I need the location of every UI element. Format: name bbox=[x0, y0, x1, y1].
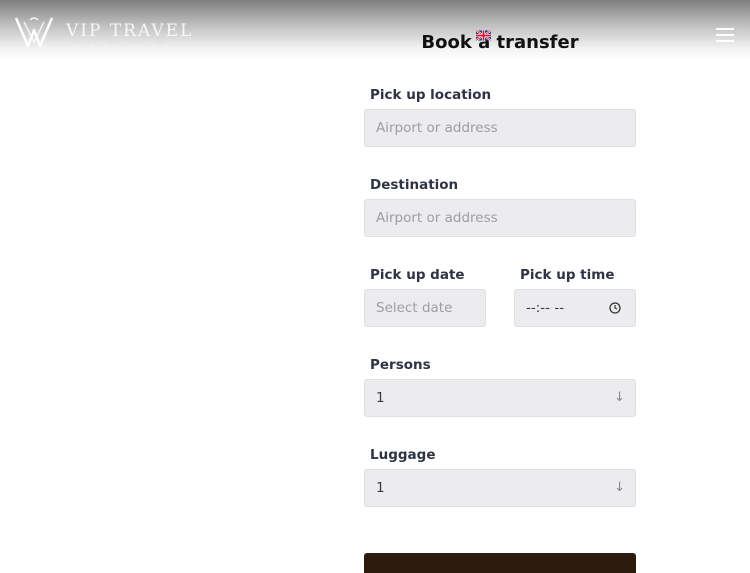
persons-value: 1 bbox=[376, 390, 385, 406]
book-transfer-button[interactable] bbox=[364, 553, 636, 573]
pickup-location-label: Pick up location bbox=[370, 87, 492, 103]
pickup-date-label: Pick up date bbox=[370, 267, 465, 283]
persons-label: Persons bbox=[370, 357, 431, 373]
luggage-value: 1 bbox=[376, 480, 385, 496]
logo-text: VIP TRAVEL bbox=[66, 21, 194, 41]
pickup-location-input[interactable]: Airport or address bbox=[364, 109, 636, 147]
luggage-select[interactable]: 1 ↓ bbox=[364, 469, 636, 507]
clock-icon[interactable] bbox=[609, 302, 621, 314]
pickup-location-placeholder: Airport or address bbox=[376, 120, 498, 136]
arrow-down-icon: ↓ bbox=[614, 480, 625, 495]
menu-button[interactable] bbox=[716, 28, 734, 42]
logo-subtext: SERVICES bbox=[78, 43, 178, 49]
arrow-down-icon: ↓ bbox=[614, 390, 625, 405]
uk-flag-icon[interactable] bbox=[476, 30, 491, 41]
luggage-label: Luggage bbox=[370, 447, 436, 463]
hero-tagline: Luxe En Ongeëvenaard Professionalisme Me… bbox=[14, 372, 239, 438]
pickup-time-value: --:-- -- bbox=[526, 300, 565, 316]
logo[interactable]: VIP TRAVEL SERVICES bbox=[14, 16, 194, 52]
pickup-date-input[interactable]: Select date bbox=[364, 289, 486, 327]
pickup-time-input[interactable]: --:-- -- bbox=[514, 289, 636, 327]
persons-select[interactable]: 1 ↓ bbox=[364, 379, 636, 417]
hamburger-icon bbox=[716, 28, 734, 42]
destination-input[interactable]: Airport or address bbox=[364, 199, 636, 237]
pickup-time-label: Pick up time bbox=[520, 267, 615, 283]
pickup-date-placeholder: Select date bbox=[376, 300, 453, 316]
logo-monogram-icon bbox=[14, 17, 54, 48]
form-title: Book a transfer bbox=[421, 32, 579, 53]
destination-placeholder: Airport or address bbox=[376, 210, 498, 226]
destination-label: Destination bbox=[370, 177, 459, 193]
